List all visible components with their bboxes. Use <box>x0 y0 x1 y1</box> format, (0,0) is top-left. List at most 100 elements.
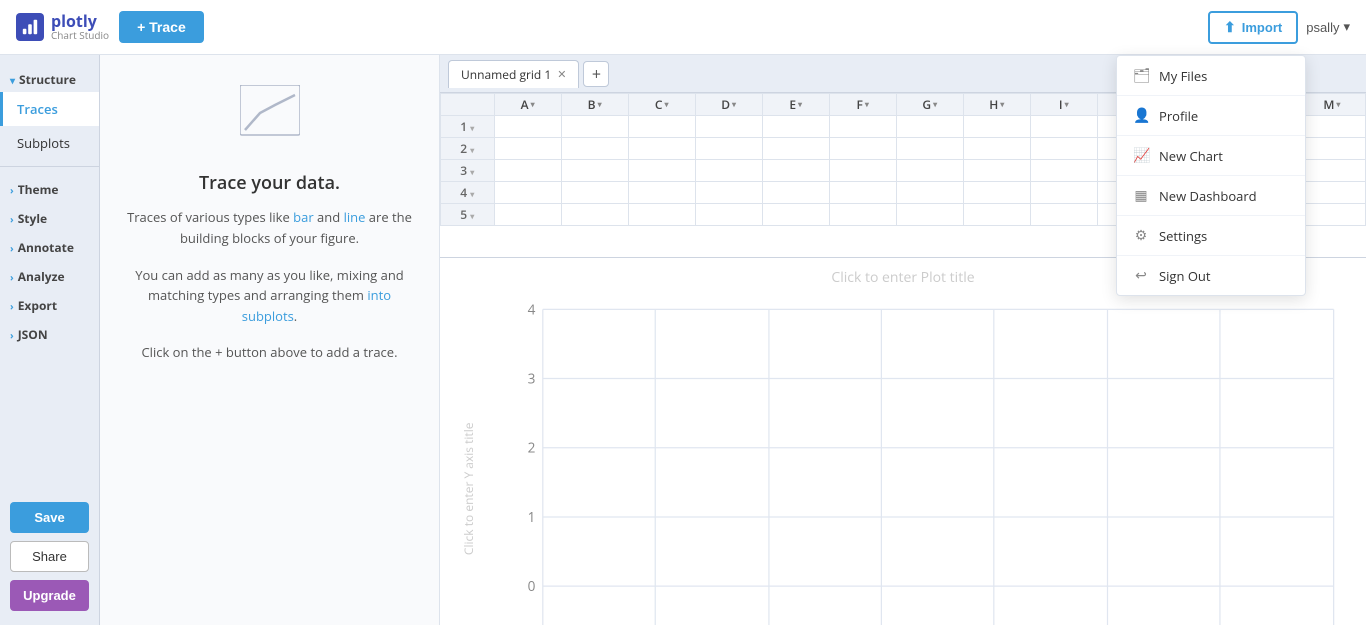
export-section[interactable]: › Export <box>0 289 99 318</box>
import-button[interactable]: ⬆ Import <box>1208 11 1298 44</box>
cell[interactable] <box>561 182 628 204</box>
cell[interactable] <box>762 182 829 204</box>
cell[interactable] <box>1030 182 1097 204</box>
cell[interactable] <box>1298 204 1365 226</box>
cell[interactable] <box>628 160 695 182</box>
cell[interactable] <box>1298 182 1365 204</box>
header-left: plotly Chart Studio + Trace <box>16 11 204 43</box>
dropdown-item-new-chart[interactable]: 📈 New Chart <box>1117 136 1305 176</box>
cell[interactable] <box>494 204 561 226</box>
cell[interactable] <box>896 204 963 226</box>
structure-section[interactable]: ▾ Structure <box>0 63 99 92</box>
style-section[interactable]: › Style <box>0 202 99 231</box>
cell[interactable] <box>1298 138 1365 160</box>
cell[interactable] <box>695 160 762 182</box>
cell[interactable] <box>1030 204 1097 226</box>
cell[interactable] <box>963 160 1030 182</box>
plot-title-placeholder[interactable]: Click to enter Plot title <box>831 268 974 287</box>
sign-out-icon: ↩ <box>1133 266 1149 285</box>
cell[interactable] <box>561 116 628 138</box>
dropdown-item-new-dashboard[interactable]: ▦ New Dashboard <box>1117 176 1305 216</box>
analyze-section[interactable]: › Analyze <box>0 260 99 289</box>
cell[interactable] <box>896 160 963 182</box>
cell[interactable] <box>829 160 896 182</box>
cell[interactable] <box>896 182 963 204</box>
col-header-g[interactable]: G▾ <box>896 94 963 116</box>
theme-chevron-icon: › <box>10 183 14 197</box>
cell[interactable] <box>829 116 896 138</box>
share-button[interactable]: Share <box>10 541 89 572</box>
col-header-c[interactable]: C▾ <box>628 94 695 116</box>
sidebar: ▾ Structure Traces Subplots › Theme › St… <box>0 55 100 625</box>
json-section[interactable]: › JSON <box>0 318 99 347</box>
grid-add-tab-button[interactable]: + <box>583 61 609 87</box>
cell[interactable] <box>561 138 628 160</box>
cell[interactable] <box>762 204 829 226</box>
cell[interactable] <box>628 204 695 226</box>
cell[interactable] <box>1298 160 1365 182</box>
cell[interactable] <box>1030 116 1097 138</box>
cell[interactable] <box>494 138 561 160</box>
cell[interactable] <box>494 160 561 182</box>
sidebar-item-traces[interactable]: Traces <box>0 92 99 126</box>
cell[interactable] <box>762 138 829 160</box>
cell[interactable] <box>494 116 561 138</box>
settings-label: Settings <box>1159 227 1207 245</box>
cell[interactable] <box>561 160 628 182</box>
cell[interactable] <box>628 182 695 204</box>
new-chart-icon: 📈 <box>1133 146 1149 165</box>
cell[interactable] <box>695 138 762 160</box>
y-axis-title-placeholder[interactable]: Click to enter Y axis title <box>460 297 477 625</box>
col-header-f[interactable]: F▾ <box>829 94 896 116</box>
col-header-d[interactable]: D▾ <box>695 94 762 116</box>
cell[interactable] <box>963 138 1030 160</box>
theme-section[interactable]: › Theme <box>0 173 99 202</box>
col-header-a[interactable]: A▾ <box>494 94 561 116</box>
cell[interactable] <box>829 138 896 160</box>
my-files-icon: 🗂 <box>1133 66 1149 85</box>
cell[interactable] <box>829 182 896 204</box>
user-menu-button[interactable]: psally ▾ <box>1306 19 1350 35</box>
cell[interactable] <box>561 204 628 226</box>
row-num-3: 3 ▾ <box>441 160 495 182</box>
cell[interactable] <box>1030 160 1097 182</box>
grid-tab-close-icon[interactable]: ✕ <box>557 67 566 82</box>
cell[interactable] <box>494 182 561 204</box>
cell[interactable] <box>762 160 829 182</box>
cell[interactable] <box>829 204 896 226</box>
dropdown-item-my-files[interactable]: 🗂 My Files <box>1117 56 1305 96</box>
dropdown-item-sign-out[interactable]: ↩ Sign Out <box>1117 256 1305 295</box>
grid-tab-unnamed[interactable]: Unnamed grid 1 ✕ <box>448 60 579 88</box>
cell[interactable] <box>628 138 695 160</box>
dropdown-item-profile[interactable]: 👤 Profile <box>1117 96 1305 136</box>
cell[interactable] <box>896 116 963 138</box>
col-header-m[interactable]: M▾ <box>1298 94 1365 116</box>
col-header-i[interactable]: I▾ <box>1030 94 1097 116</box>
save-button[interactable]: Save <box>10 502 89 533</box>
logo: plotly Chart Studio <box>16 13 109 42</box>
cell[interactable] <box>896 138 963 160</box>
col-header-h[interactable]: H▾ <box>963 94 1030 116</box>
cell[interactable] <box>1030 138 1097 160</box>
upgrade-button[interactable]: Upgrade <box>10 580 89 611</box>
sidebar-item-subplots[interactable]: Subplots <box>0 126 99 160</box>
theme-label: Theme <box>18 181 59 198</box>
cell[interactable] <box>695 204 762 226</box>
col-header-e[interactable]: E▾ <box>762 94 829 116</box>
cell[interactable] <box>695 182 762 204</box>
cell[interactable] <box>1298 116 1365 138</box>
cell[interactable] <box>963 116 1030 138</box>
annotate-label: Annotate <box>18 239 74 256</box>
cell[interactable] <box>963 182 1030 204</box>
dropdown-item-settings[interactable]: ⚙ Settings <box>1117 216 1305 256</box>
col-header-b[interactable]: B▾ <box>561 94 628 116</box>
annotate-section[interactable]: › Annotate <box>0 231 99 260</box>
cell[interactable] <box>628 116 695 138</box>
cell[interactable] <box>963 204 1030 226</box>
svg-text:2: 2 <box>528 438 536 457</box>
add-trace-button[interactable]: + Trace <box>119 11 204 43</box>
cell[interactable] <box>762 116 829 138</box>
header-right: ⬆ Import psally ▾ <box>1208 11 1350 44</box>
json-chevron-icon: › <box>10 328 14 342</box>
cell[interactable] <box>695 116 762 138</box>
